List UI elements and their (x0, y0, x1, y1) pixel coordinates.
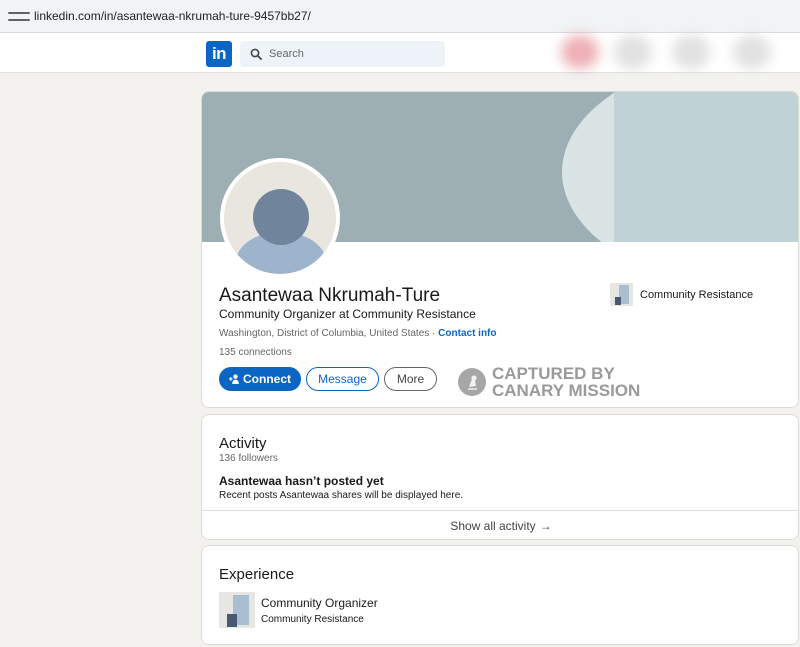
connect-label: Connect (243, 372, 291, 386)
current-company[interactable]: Community Resistance (610, 283, 753, 306)
avatar[interactable] (220, 158, 340, 278)
url-text[interactable]: linkedin.com/in/asantewaa-nkrumah-ture-9… (34, 9, 311, 23)
experience-section: Experience Community Organizer Community… (201, 545, 799, 645)
show-all-label: Show all activity (450, 518, 536, 533)
profile-card: Asantewaa Nkrumah-Ture Community Organiz… (201, 91, 799, 408)
show-all-activity-button[interactable]: Show all activity → (202, 510, 798, 539)
company-name: Community Resistance (640, 288, 754, 301)
connect-button[interactable]: Connect (219, 367, 301, 391)
experience-role: Community Organizer (261, 596, 378, 610)
profile-location: Washington, District of Columbia, United… (219, 328, 497, 339)
message-button[interactable]: Message (306, 367, 379, 391)
no-posts-title: Asantewaa hasn’t posted yet (219, 474, 384, 488)
nav-item-blurred[interactable] (672, 35, 710, 69)
search-box[interactable] (240, 41, 445, 67)
top-navigation: in (0, 33, 800, 73)
search-input[interactable] (269, 48, 429, 60)
contact-info-link[interactable]: Contact info (438, 328, 496, 339)
experience-company-logo[interactable] (219, 592, 255, 628)
nav-item-blurred[interactable] (733, 35, 771, 69)
arrow-right-icon: → (539, 518, 552, 533)
followers-count: 136 followers (219, 453, 278, 464)
watermark-line-1: CAPTURED BY (492, 364, 615, 383)
activity-title: Activity (219, 435, 267, 452)
nav-item-blurred[interactable] (561, 35, 599, 69)
company-logo (610, 283, 633, 306)
profile-name: Asantewaa Nkrumah-Ture (219, 285, 441, 306)
add-person-icon (229, 374, 239, 384)
experience-company: Community Resistance (261, 614, 364, 625)
canary-bird-icon (458, 368, 486, 396)
no-posts-subtitle: Recent posts Asantewaa shares will be di… (219, 490, 464, 501)
nav-item-blurred[interactable] (614, 35, 652, 69)
watermark-line-2: CANARY MISSION (492, 381, 641, 400)
browser-address-bar[interactable]: linkedin.com/in/asantewaa-nkrumah-ture-9… (0, 0, 800, 33)
more-button[interactable]: More (384, 367, 437, 391)
linkedin-logo[interactable]: in (206, 41, 232, 67)
activity-section: Activity 136 followers Asantewaa hasn’t … (201, 414, 799, 540)
location-text: Washington, District of Columbia, United… (219, 328, 430, 339)
experience-title: Experience (219, 566, 295, 583)
profile-headline: Community Organizer at Community Resista… (219, 307, 476, 321)
site-settings-icon[interactable] (8, 9, 30, 23)
location-separator: · (429, 328, 439, 339)
connections-count: 135 connections (219, 347, 292, 358)
search-icon (250, 48, 262, 60)
canary-mission-watermark: CAPTURED BY CANARY MISSION (458, 365, 640, 399)
